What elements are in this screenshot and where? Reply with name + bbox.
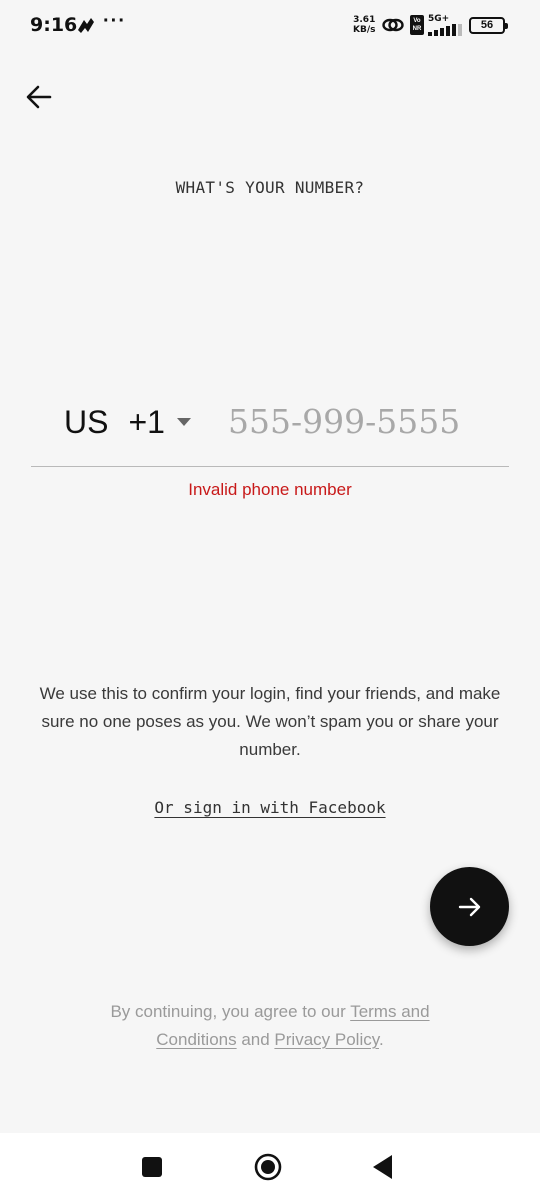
hotspot-link-icon: [382, 18, 404, 32]
page-title: WHAT'S YOUR NUMBER?: [175, 178, 365, 197]
phone-error-message: Invalid phone number: [188, 480, 352, 499]
network-speed-unit: KB/s: [353, 25, 376, 35]
network-speed-value: 3.61: [353, 15, 376, 25]
home-circle-icon[interactable]: [254, 1153, 282, 1181]
legal-middle: and: [236, 1030, 275, 1049]
phone-input-underline: [31, 466, 509, 467]
legal-suffix: .: [378, 1030, 384, 1049]
facebook-sign-in-link[interactable]: Or sign in with Facebook: [0, 798, 540, 817]
network-type: 5G+: [428, 14, 450, 24]
legal-text: By continuing, you agree to our Terms an…: [80, 998, 460, 1054]
app-notification-icon: [78, 18, 94, 33]
arrow-left-icon: [26, 85, 52, 109]
phone-number-input[interactable]: [228, 396, 508, 446]
battery-icon: 56: [469, 17, 508, 34]
privacy-policy-link[interactable]: Privacy Policy: [274, 1030, 379, 1049]
more-notifications-icon: ···: [103, 10, 126, 32]
next-button[interactable]: [430, 867, 509, 946]
dial-code: +1: [128, 403, 165, 440]
country-code-select[interactable]: US +1: [64, 400, 191, 444]
vonr-badge: Vo NR: [410, 15, 424, 35]
legal-prefix: By continuing, you agree to our: [110, 1002, 351, 1021]
back-button[interactable]: [22, 80, 56, 114]
network-speed: 3.61 KB/s: [353, 15, 375, 35]
system-nav-bar: [0, 1133, 540, 1200]
signal-icon: [428, 24, 462, 36]
nav-back-triangle-icon[interactable]: [372, 1154, 394, 1180]
status-time: 9:16: [30, 14, 78, 36]
recents-square-icon[interactable]: [142, 1157, 162, 1177]
country-code: US: [64, 403, 109, 440]
facebook-sign-in-label: Or sign in with Facebook: [154, 798, 386, 817]
info-text: We use this to confirm your login, find …: [39, 684, 501, 759]
status-bar: 9:16 ··· 3.61 KB/s Vo NR 5G+ 56: [0, 0, 540, 52]
caret-down-icon: [176, 418, 191, 426]
arrow-right-icon: [458, 897, 480, 916]
